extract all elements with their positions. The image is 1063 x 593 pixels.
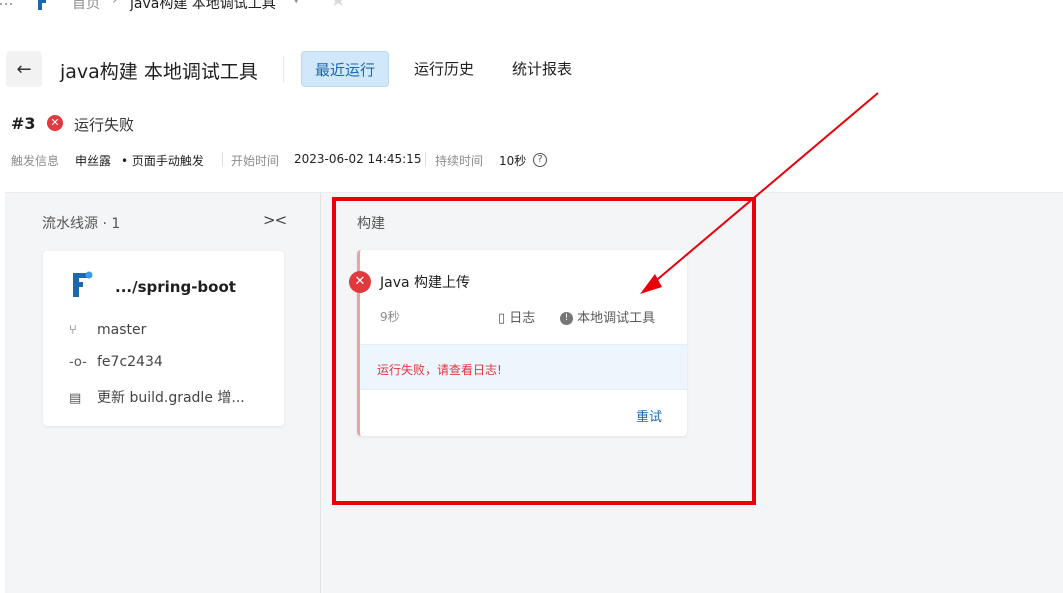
job-duration: 9秒 <box>380 310 400 324</box>
log-icon: ▯ <box>498 311 506 326</box>
commit-row: -o-fe7c2434 <box>69 354 163 370</box>
pipeline-source-column: 流水线源 · 1 >< .../spring-boot ⑂ master -o-f… <box>5 193 321 593</box>
trigger-label: 触发信息 <box>11 154 60 168</box>
back-button[interactable]: ← <box>6 51 42 87</box>
trigger-method: • 页面手动触发 <box>121 154 204 168</box>
source-title: 流水线源 · 1 <box>42 216 121 232</box>
caret-down-icon[interactable]: ▼ <box>292 0 300 5</box>
run-number: #3 <box>11 114 36 133</box>
log-link[interactable]: ▯ 日志 <box>498 307 535 326</box>
log-label: 日志 <box>509 311 536 326</box>
pipeline-canvas: 流水线源 · 1 >< .../spring-boot ⑂ master -o-f… <box>5 192 1063 593</box>
top-breadcrumb-bar: 首页 › java构建 本地调试工具 ▼ ★ <box>0 0 1063 14</box>
arrow-left-icon: ← <box>16 58 32 80</box>
job-name: Java 构建上传 <box>380 275 471 291</box>
tab-statistics[interactable]: 统计报表 <box>499 51 585 87</box>
info-icon: ! <box>560 312 573 325</box>
meta-divider <box>425 152 426 166</box>
repo-name: .../spring-boot <box>115 278 236 296</box>
breadcrumb-separator: › <box>112 0 118 8</box>
app-grid-icon[interactable] <box>0 0 14 8</box>
start-time-label: 开始时间 <box>231 154 280 168</box>
flow-logo-icon[interactable] <box>36 0 52 10</box>
repo-logo-icon <box>73 271 93 297</box>
start-time-value: 2023-06-02 14:45:15 <box>294 152 422 166</box>
job-error-message: 运行失败，请查看日志! <box>377 363 502 377</box>
job-error-band: 运行失败，请查看日志! <box>360 344 687 390</box>
title-divider <box>283 56 284 82</box>
tab-run-history[interactable]: 运行历史 <box>401 51 487 87</box>
breadcrumb-home[interactable]: 首页 <box>72 0 100 13</box>
job-fail-icon: ✕ <box>349 271 371 293</box>
meta-divider <box>222 152 223 166</box>
commit-icon: -o- <box>69 355 87 370</box>
tab-recent-runs[interactable]: 最近运行 <box>301 51 390 87</box>
trigger-user: 申丝露 <box>75 154 112 168</box>
debug-tool-link[interactable]: ! 本地调试工具 <box>560 307 655 326</box>
retry-button[interactable]: 重试 <box>636 406 662 425</box>
collapse-icon[interactable]: >< <box>263 211 287 229</box>
duration-label: 持续时间 <box>435 154 484 168</box>
fail-status-icon: ✕ <box>47 115 63 131</box>
branch-row: ⑂ master <box>69 322 146 338</box>
stage-title: 构建 <box>357 216 385 232</box>
commit-message-row: ▤ 更新 build.gradle 增... <box>69 387 245 407</box>
document-icon: ▤ <box>69 391 82 406</box>
source-card[interactable]: .../spring-boot ⑂ master -o-fe7c2434 ▤ 更新 … <box>43 251 284 426</box>
run-status: 运行失败 <box>74 116 135 134</box>
branch-icon: ⑂ <box>69 323 77 338</box>
duration-value: 10秒 <box>499 154 527 168</box>
breadcrumb-current[interactable]: java构建 本地调试工具 <box>130 0 276 13</box>
page-title: java构建 本地调试工具 <box>60 61 258 83</box>
star-icon[interactable]: ★ <box>330 0 346 11</box>
help-icon[interactable]: ? <box>533 153 547 167</box>
debug-tool-label: 本地调试工具 <box>577 311 656 326</box>
job-card[interactable]: Java 构建上传 9秒 ▯ 日志 ! 本地调试工具 运行失败，请查看日志! 重… <box>357 250 687 436</box>
branch-name: master <box>97 322 147 338</box>
commit-hash: fe7c2434 <box>97 354 163 370</box>
commit-message: 更新 build.gradle 增... <box>97 390 245 406</box>
